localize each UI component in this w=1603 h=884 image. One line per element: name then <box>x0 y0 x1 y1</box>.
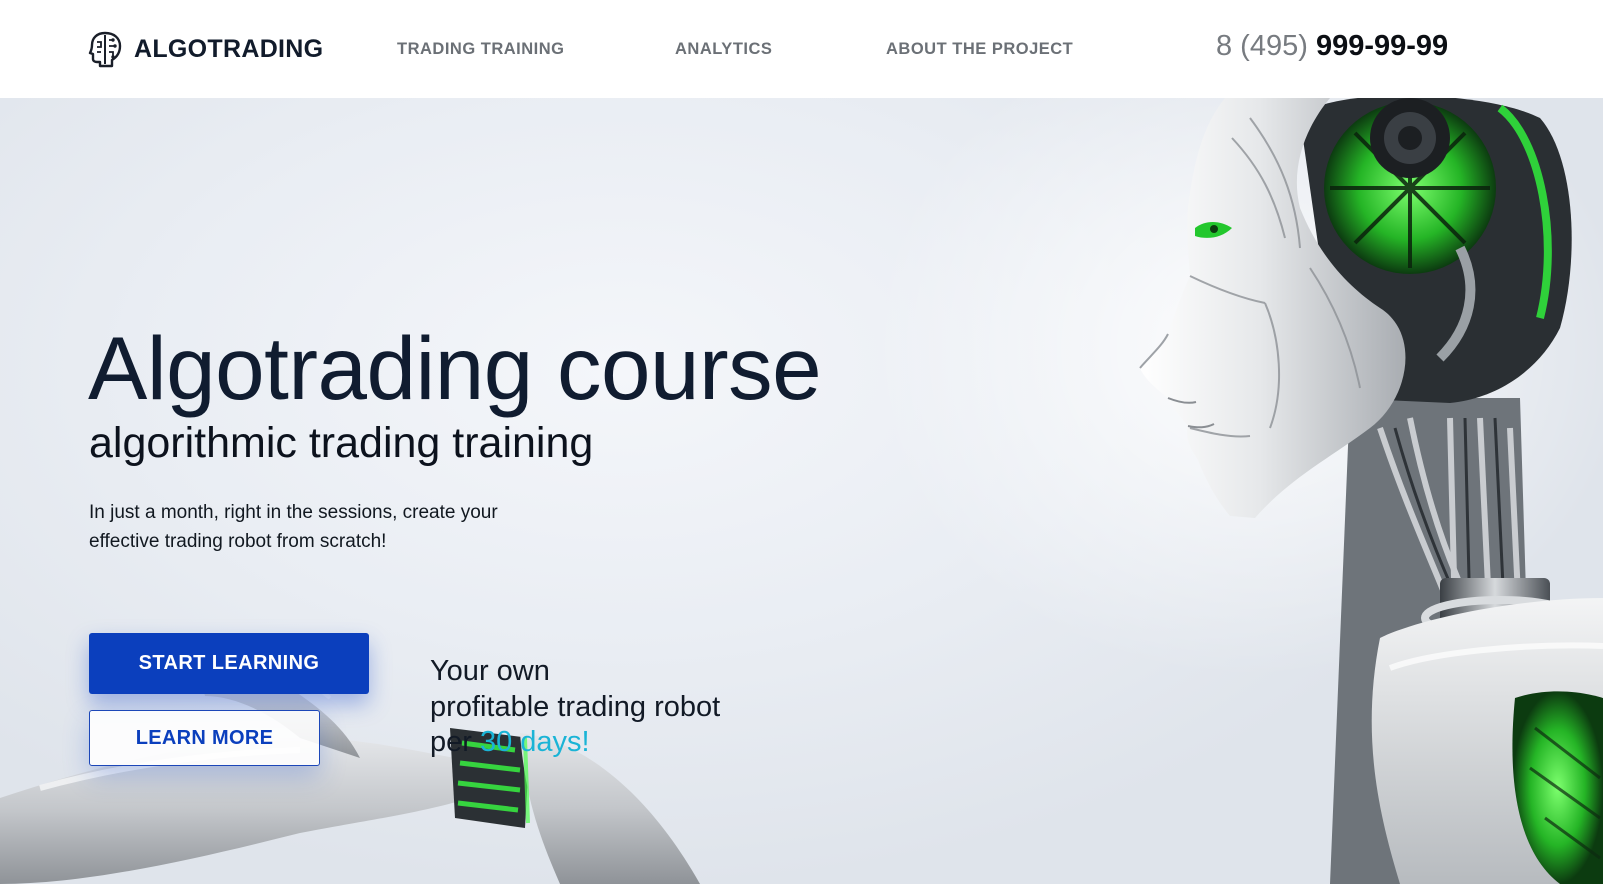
tagline-line-1: Your own <box>430 655 550 687</box>
tagline-accent: 30 days! <box>479 726 590 758</box>
learn-more-button[interactable]: LEARN MORE <box>89 710 320 766</box>
site-header: ALGOTRADING TRADING TRAINING ANALYTICS A… <box>0 0 1603 98</box>
robot-illustration <box>0 98 1603 884</box>
phone-main: 999-99-99 <box>1315 30 1449 62</box>
nav-trading-training[interactable]: TRADING TRAINING <box>397 40 565 59</box>
tagline-line-2: profitable trading robot <box>430 690 721 723</box>
phone-number[interactable]: 8 (495) 999-99-99 <box>1216 30 1448 63</box>
tagline-line-3: per 30 days! <box>430 725 720 761</box>
tagline-line-3-prefix: per <box>430 726 480 758</box>
phone-prefix: 8 (495) <box>1216 30 1308 62</box>
logo-text: ALGOTRADING <box>134 34 324 63</box>
hero-section: Algotrading course algorithmic trading t… <box>0 98 1603 884</box>
page-subtitle: algorithmic trading training <box>89 419 594 467</box>
logo[interactable]: ALGOTRADING <box>88 30 323 68</box>
nav-analytics[interactable]: ANALYTICS <box>675 40 772 59</box>
nav-about-project[interactable]: ABOUT THE PROJECT <box>886 40 1073 59</box>
brain-chip-icon <box>88 31 122 68</box>
hero-description: In just a month, right in the sessions, … <box>89 502 498 552</box>
hero-tagline: Your own profitable trading robot per 30… <box>430 654 720 761</box>
start-learning-button[interactable]: START LEARNING <box>89 633 369 694</box>
page-title: Algotrading course <box>88 318 822 418</box>
